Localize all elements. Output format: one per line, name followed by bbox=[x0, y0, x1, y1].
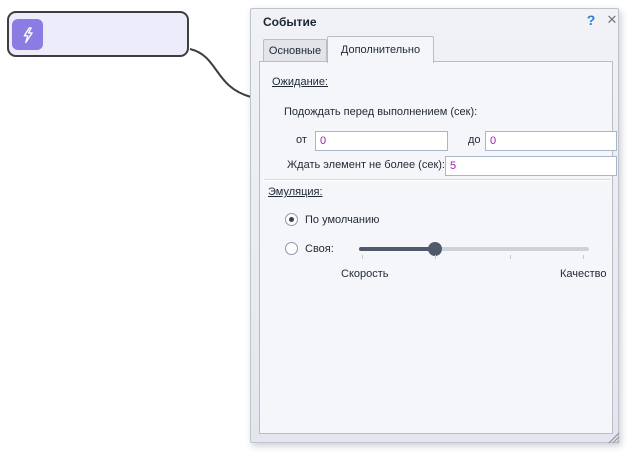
tab-advanced[interactable]: Дополнительно bbox=[327, 36, 434, 63]
lightning-icon bbox=[12, 19, 43, 50]
radio-custom-label[interactable]: Своя: bbox=[305, 243, 334, 255]
slider-tick bbox=[510, 255, 511, 259]
slider-fill bbox=[359, 247, 435, 251]
from-label: от bbox=[296, 134, 307, 146]
waiting-heading: Ожидание: bbox=[272, 76, 328, 88]
slider-thumb[interactable] bbox=[428, 242, 442, 256]
properties-panel: Событие ? ✕ Основные Дополнительно Ожида… bbox=[250, 8, 619, 443]
speed-label: Скорость bbox=[341, 268, 389, 280]
timeout-label: Ждать элемент не более (сек): bbox=[287, 159, 445, 171]
radio-custom[interactable] bbox=[285, 242, 298, 255]
panel-title: Событие bbox=[263, 15, 317, 29]
close-icon[interactable]: ✕ bbox=[603, 12, 621, 30]
emulation-heading: Эмуляция: bbox=[268, 186, 323, 198]
event-node[interactable] bbox=[7, 11, 189, 57]
to-label: до bbox=[468, 134, 481, 146]
help-icon[interactable]: ? bbox=[582, 12, 600, 30]
tab-basic[interactable]: Основные bbox=[263, 39, 327, 62]
slider-tick bbox=[362, 255, 363, 259]
timeout-input[interactable] bbox=[445, 156, 617, 176]
slider-tick bbox=[583, 255, 584, 259]
emulation-slider[interactable] bbox=[359, 240, 589, 258]
from-input[interactable] bbox=[315, 131, 448, 151]
quality-label: Качество bbox=[560, 268, 607, 280]
tab-page-advanced: Ожидание: Подождать перед выполнением (с… bbox=[259, 61, 613, 434]
section-separator bbox=[264, 179, 610, 181]
to-input[interactable] bbox=[485, 131, 617, 151]
radio-default[interactable] bbox=[285, 213, 298, 226]
radio-default-label[interactable]: По умолчанию bbox=[305, 214, 379, 226]
delay-label: Подождать перед выполнением (сек): bbox=[284, 106, 477, 118]
slider-tick bbox=[435, 255, 436, 259]
flow-canvas: Событие ? ✕ Основные Дополнительно Ожида… bbox=[0, 0, 628, 453]
